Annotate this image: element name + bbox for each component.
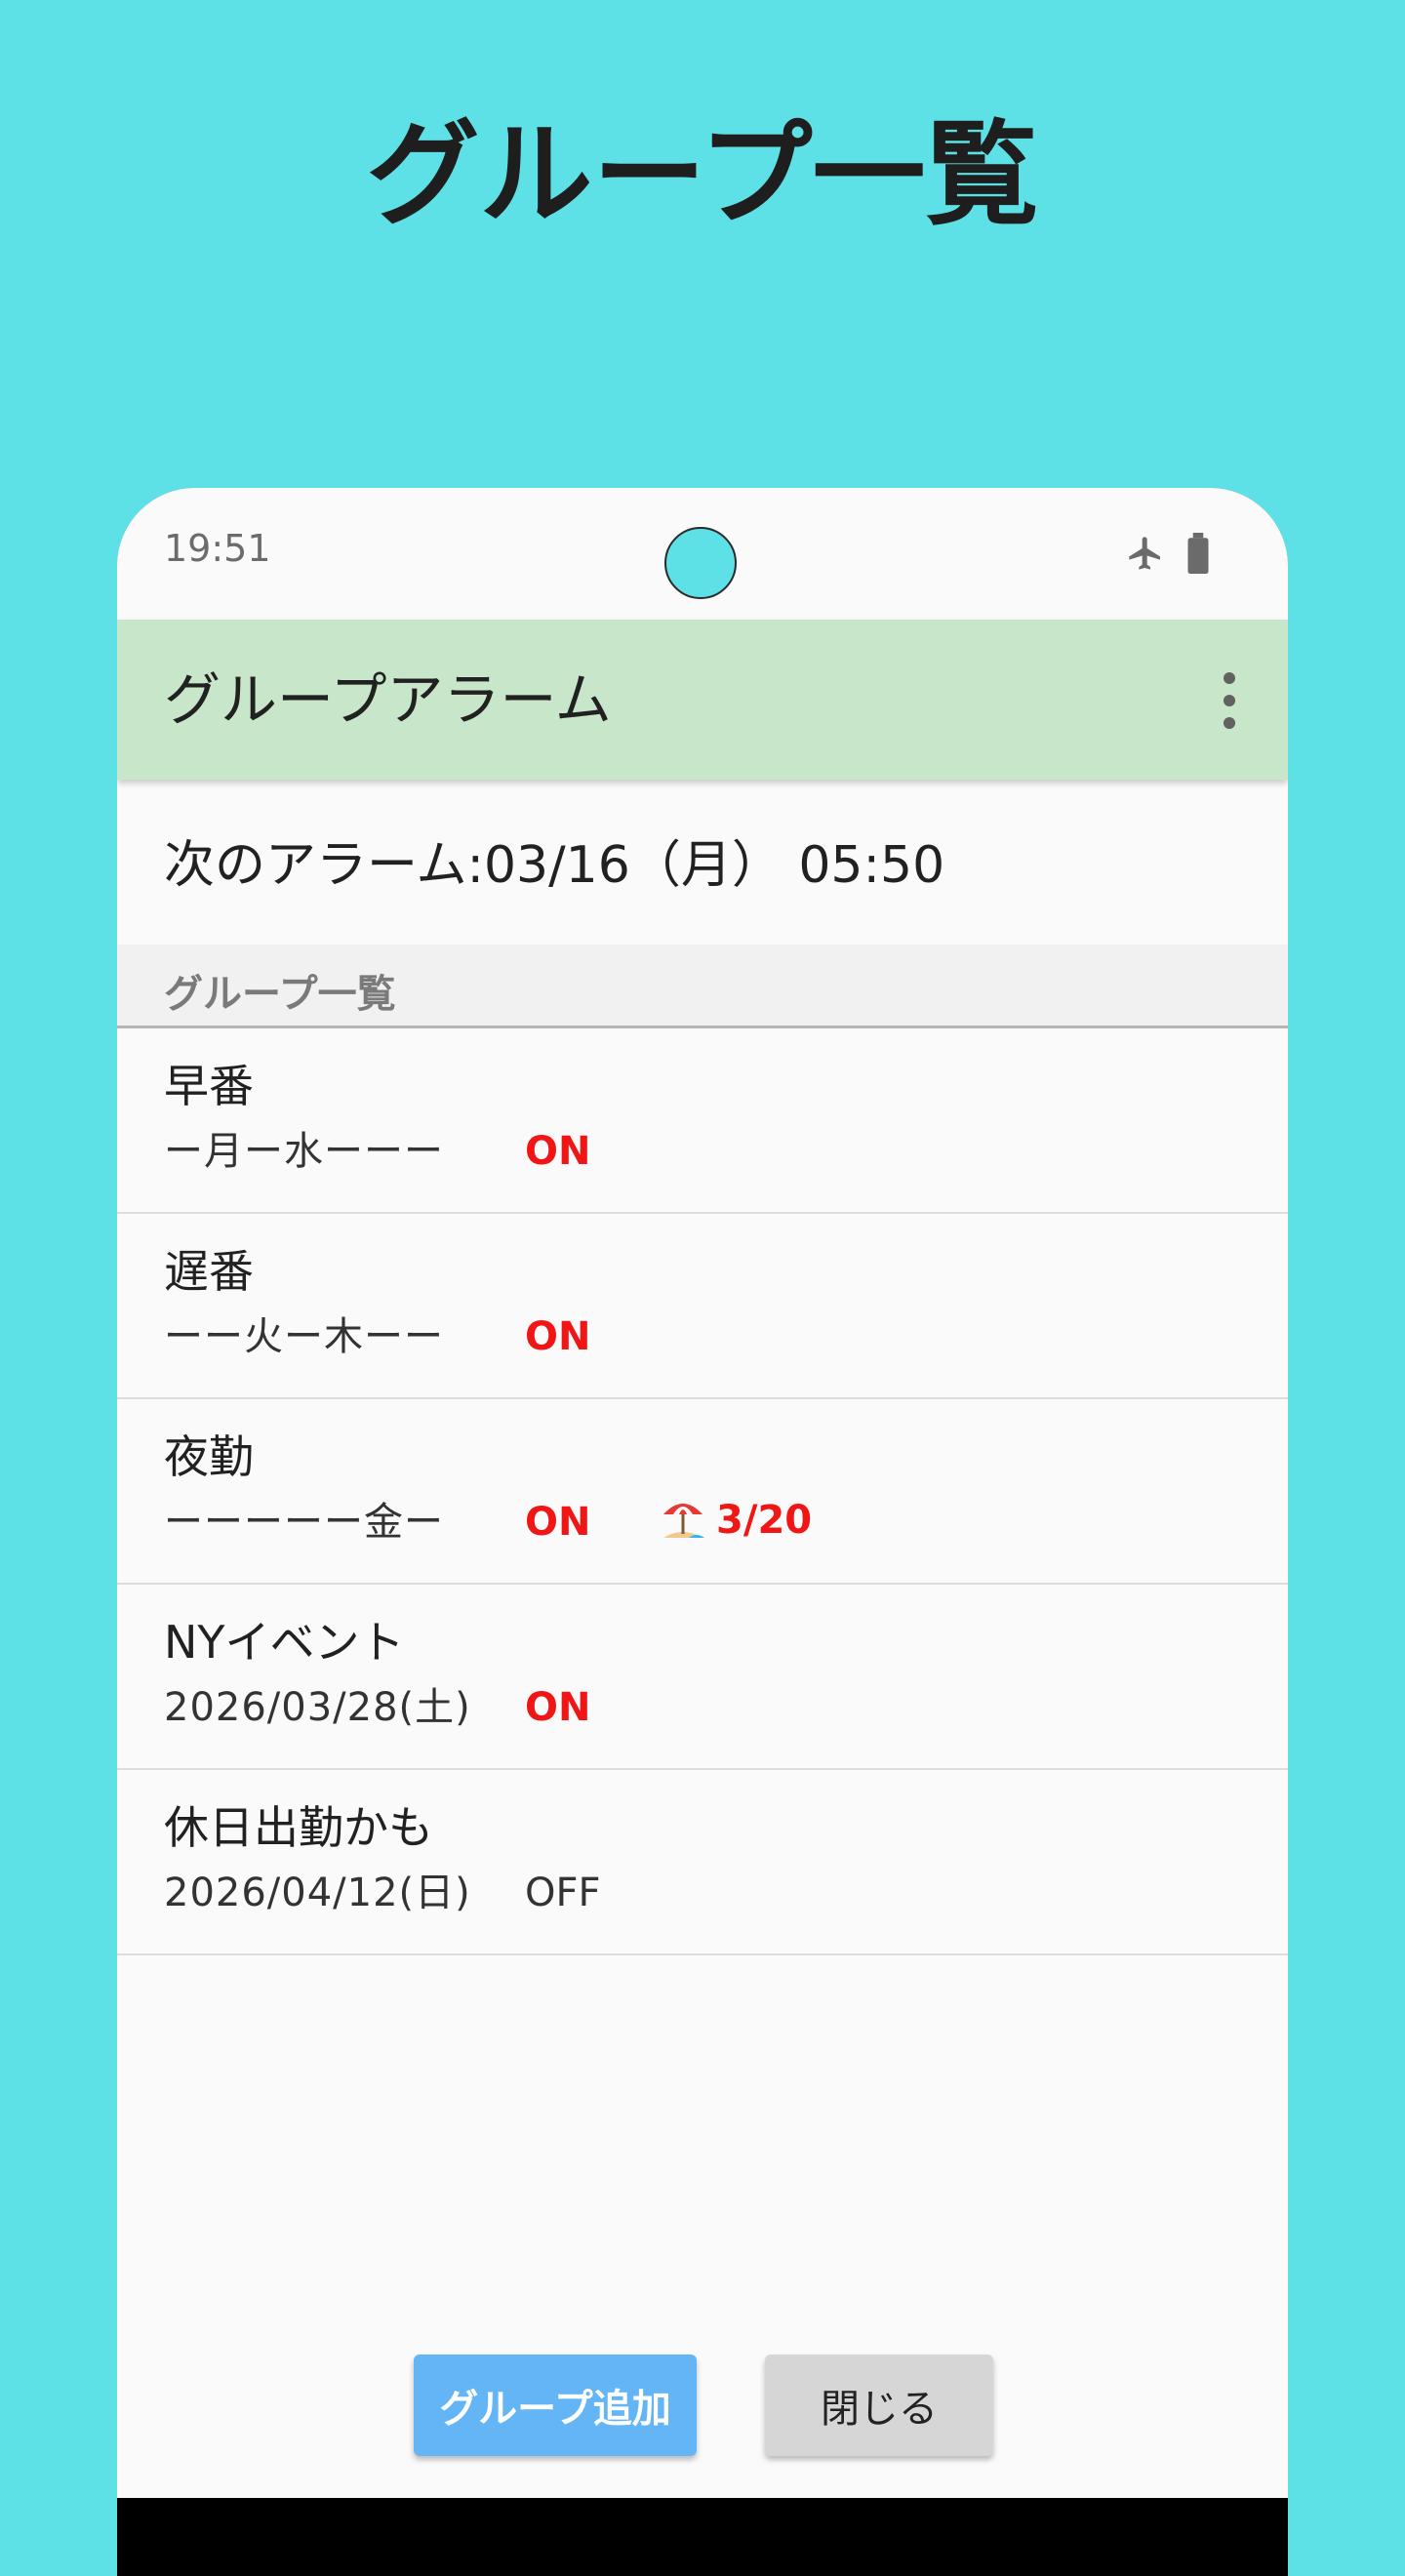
airplane-icon [1126, 534, 1165, 573]
group-name: 遅番 [164, 1245, 254, 1298]
group-name: 夜勤 [164, 1430, 254, 1483]
status-bar: 19:51 [117, 488, 1288, 620]
group-schedule: 2026/04/12(日) [164, 1871, 471, 1915]
group-status: ON [525, 1685, 591, 1730]
group-status: ON [525, 1129, 591, 1174]
beach-umbrella-icon [660, 1495, 706, 1546]
more-vert-icon[interactable] [1210, 666, 1249, 735]
battery-icon [1184, 533, 1212, 574]
group-row-ny-event[interactable]: NYイベント 2026/03/28(土) ON [117, 1585, 1288, 1770]
group-schedule: 2026/03/28(土) [164, 1685, 471, 1730]
vacation-date: 3/20 [716, 1498, 813, 1543]
status-icons [1126, 533, 1212, 574]
app-title: グループアラーム [164, 666, 612, 733]
group-name: NYイベント [164, 1616, 405, 1669]
group-row-holiday-work[interactable]: 休日出勤かも 2026/04/12(日) OFF [117, 1770, 1288, 1955]
group-list: 早番 ー月ー水ーーー ON 遅番 ーー火ー木ーー ON 夜勤 ーーーーー金ー O… [117, 1028, 1288, 1955]
group-schedule: ーーーーー金ー [164, 1500, 444, 1545]
front-camera [664, 527, 737, 599]
close-button[interactable]: 閉じる [765, 2355, 993, 2456]
app-bar: グループアラーム [117, 620, 1288, 780]
group-name: 休日出勤かも [164, 1801, 433, 1854]
next-alarm: 次のアラーム:03/16（月） 05:50 [164, 836, 945, 895]
group-status: OFF [525, 1871, 601, 1915]
group-schedule: ーー火ー木ーー [164, 1314, 444, 1359]
status-time: 19:51 [164, 527, 271, 570]
group-status: ON [525, 1314, 591, 1359]
group-schedule: ー月ー水ーーー [164, 1129, 444, 1174]
add-group-button[interactable]: グループ追加 [414, 2355, 697, 2456]
section-header: グループ一覧 [117, 945, 1288, 1028]
group-row-yakin[interactable]: 夜勤 ーーーーー金ー ON 3/20 [117, 1399, 1288, 1585]
group-status: ON [525, 1500, 591, 1545]
group-row-osoban[interactable]: 遅番 ーー火ー木ーー ON [117, 1214, 1288, 1399]
group-name: 早番 [164, 1060, 254, 1112]
group-row-hayaban[interactable]: 早番 ー月ー水ーーー ON [117, 1028, 1288, 1214]
group-vacation: 3/20 [660, 1493, 812, 1548]
phone-screen: 19:51 グループアラーム 次のアラーム:03/16（月） 05:50 グルー… [117, 488, 1288, 2498]
section-header-label: グループ一覧 [164, 972, 396, 1017]
promo-title: グループ一覧 [366, 109, 1039, 241]
